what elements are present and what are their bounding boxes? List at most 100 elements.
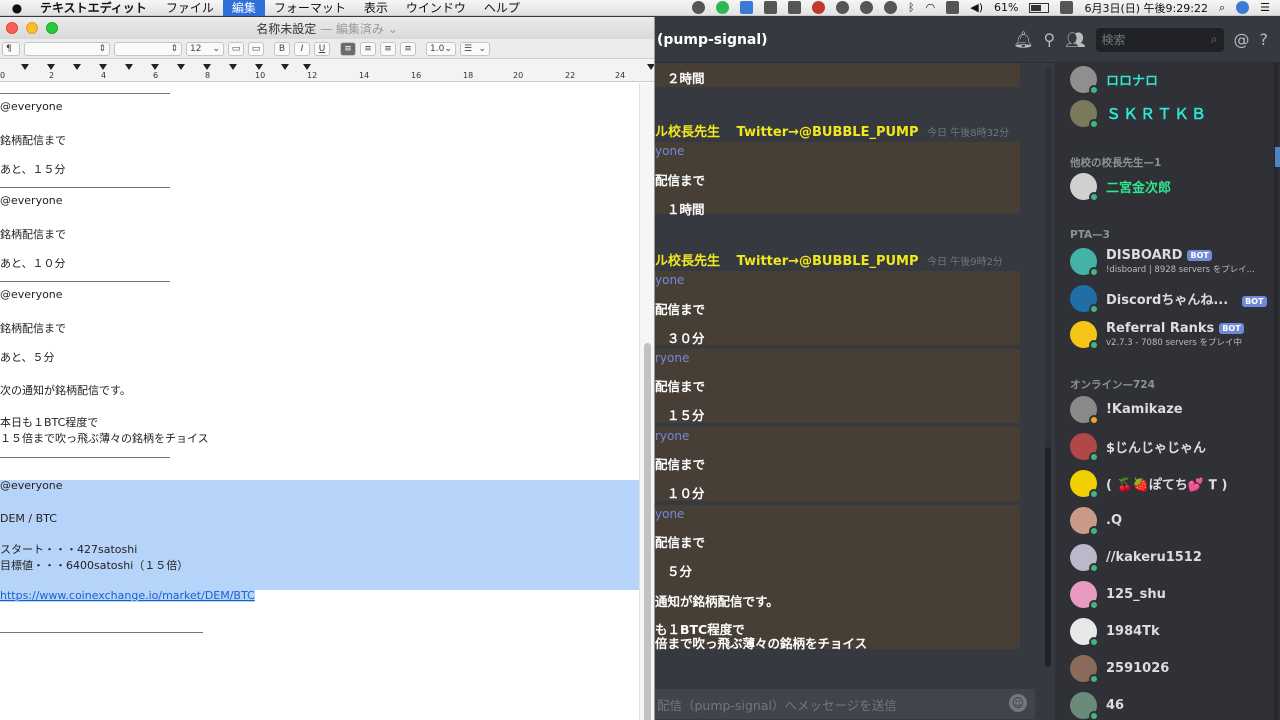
tab-stop[interactable] — [203, 64, 211, 70]
tab-stop[interactable] — [21, 64, 29, 70]
member-item[interactable]: ロロナロ — [1070, 63, 1158, 95]
member-item[interactable]: !Kamikaze — [1070, 393, 1183, 425]
message-author[interactable]: ル校長先生 — [655, 125, 720, 140]
tab-stop[interactable] — [229, 64, 237, 70]
mention[interactable]: yone — [655, 507, 684, 521]
emoji-picker-icon[interactable]: ☺ — [1009, 694, 1027, 712]
list-style-select[interactable]: ☰ ⌄ — [460, 41, 490, 56]
menu-format[interactable]: フォーマット — [265, 0, 355, 16]
message-input[interactable]: 配信（pump-signal）へメッセージを送信 ☺ — [655, 689, 1035, 719]
member-name: 2591026 — [1106, 660, 1170, 676]
mention[interactable]: ryone — [655, 351, 689, 365]
notification-app-icon[interactable] — [812, 1, 826, 14]
tab-stop[interactable] — [151, 64, 159, 70]
member-item[interactable]: 1984Tk — [1070, 615, 1160, 647]
app-menu[interactable]: テキストエディット — [34, 0, 157, 16]
tab-stop[interactable] — [303, 64, 311, 70]
bold-button[interactable]: B — [274, 41, 290, 56]
gear-icon[interactable] — [836, 1, 850, 14]
bell-icon[interactable]: 🔔︎ — [1013, 30, 1033, 49]
market-link[interactable]: https://www.coinexchange.io/market/DEM/B… — [0, 589, 255, 602]
menu-help[interactable]: ヘルプ — [475, 0, 529, 16]
member-item[interactable]: 2591026 — [1070, 652, 1169, 684]
menubar-clock[interactable]: 6月3日(日) 午後9:29:22 — [1084, 0, 1207, 16]
menu-view[interactable]: 表示 — [355, 0, 397, 16]
member-item[interactable]: Discordちゃんね... BOT — [1070, 282, 1267, 314]
font-family-select[interactable]: ⇕ — [24, 41, 110, 56]
line-app-icon[interactable] — [716, 1, 730, 14]
tab-stop[interactable] — [177, 64, 185, 70]
menu-window[interactable]: ウインドウ — [397, 0, 475, 16]
image-app-icon[interactable] — [788, 1, 802, 14]
author-tag: Twitter→@BUBBLE_PUMP — [736, 254, 919, 269]
screenshot-icon[interactable] — [764, 1, 778, 14]
align-center-button[interactable]: ≡ — [360, 41, 376, 56]
moon-icon[interactable] — [860, 1, 874, 14]
tab-stop[interactable] — [125, 64, 133, 70]
pin-icon[interactable]: ⚲ — [1043, 30, 1055, 49]
member-item[interactable]: 二宮金次郎 — [1070, 170, 1171, 202]
member-item[interactable]: 46 — [1070, 689, 1124, 720]
search-input[interactable]: 検索 ⌕ — [1095, 27, 1224, 52]
input-method-icon[interactable] — [1060, 1, 1074, 14]
member-item[interactable]: //kakeru1512 — [1070, 541, 1202, 573]
background-color-button[interactable]: ▭ — [248, 41, 264, 56]
justify-button[interactable]: ≡ — [400, 41, 416, 56]
battery-icon[interactable] — [1029, 2, 1050, 13]
align-right-button[interactable]: ≡ — [380, 41, 396, 56]
tab-stop[interactable] — [99, 64, 107, 70]
volume-icon[interactable]: ◀) — [970, 1, 983, 14]
line-spacing-select[interactable]: 1.0 ⌄ — [426, 41, 456, 56]
member-item[interactable]: Referral Ranks BOT v2.7.3 - 7080 servers … — [1070, 318, 1244, 350]
message-author[interactable]: ル校長先生 — [655, 254, 720, 269]
scrollbar-thumb[interactable] — [1045, 447, 1051, 667]
member-item[interactable]: .Q — [1070, 504, 1122, 536]
ruler[interactable]: 0 2 4 6 8 10 12 14 16 18 20 22 24 — [0, 59, 654, 82]
align-left-button[interactable]: ≡ — [340, 41, 356, 56]
message-list[interactable]: ２時間 ル校長先生 Twitter→@BUBBLE_PUMP 今日 午後8時32… — [655, 63, 1043, 688]
siri-icon[interactable] — [1236, 1, 1250, 14]
menu-file[interactable]: ファイル — [157, 0, 223, 16]
scrollbar-thumb[interactable] — [644, 343, 651, 720]
menu-edit[interactable]: 編集 — [222, 0, 265, 16]
member-item[interactable]: $じんじゃじゃん — [1070, 430, 1206, 462]
window-titlebar[interactable]: 名称未設定 — 編集済み ⌄ — [0, 17, 654, 39]
channel-header: (pump-signal) 🔔︎ ⚲ 👥︎ 検索 ⌕ @ ? — [655, 17, 1280, 63]
airplay-icon[interactable] — [946, 1, 960, 14]
time-machine-icon[interactable] — [884, 1, 898, 14]
tab-stop[interactable] — [255, 64, 263, 70]
tab-stop[interactable] — [281, 64, 289, 70]
mention[interactable]: yone — [655, 273, 684, 287]
tab-stop[interactable] — [73, 64, 81, 70]
underline-button[interactable]: U — [314, 41, 330, 56]
paragraph-style-select[interactable]: ¶ — [2, 41, 20, 56]
right-margin-marker[interactable] — [647, 64, 654, 70]
mention-icon[interactable]: @ — [1234, 30, 1250, 49]
search-icon[interactable]: ⌕ — [1219, 1, 1225, 15]
members-icon[interactable]: 👥︎ — [1065, 30, 1085, 49]
member-item[interactable]: ＳＫＲＴＫＢ — [1070, 97, 1208, 129]
mention[interactable]: ryone — [655, 429, 689, 443]
font-size-select[interactable]: 12 ⌄ — [186, 41, 224, 56]
document-name: 名称未設定 — [256, 21, 317, 36]
help-icon[interactable]: ? — [1260, 30, 1269, 49]
text-line: あと、５分 — [0, 351, 55, 364]
wifi-icon[interactable]: ◠ — [926, 1, 936, 14]
app-status-icon[interactable] — [740, 1, 754, 14]
tab-stop[interactable] — [47, 64, 55, 70]
bluetooth-icon[interactable]: ᛒ — [908, 1, 915, 14]
font-style-select[interactable]: ⇕ — [114, 41, 182, 56]
notification-center-icon[interactable]: ☰ — [1260, 1, 1270, 14]
document-scrollbar[interactable] — [639, 83, 654, 720]
mention[interactable]: yone — [655, 144, 684, 158]
record-icon[interactable] — [692, 1, 706, 14]
member-item[interactable]: 125_shu — [1070, 578, 1166, 610]
italic-button[interactable]: I — [294, 41, 310, 56]
message-scrollbar[interactable] — [1045, 67, 1051, 667]
member-item[interactable]: ( 🍒🍓ぽてち💕 𝐓 ) — [1070, 467, 1227, 499]
apple-menu-icon[interactable]: ● — [0, 1, 34, 15]
member-item[interactable]: DISBOARD BOT !disboard | 8928 servers をプレ… — [1070, 245, 1255, 277]
edited-status[interactable]: — 編集済み ⌄ — [320, 22, 398, 36]
text-color-button[interactable]: ▭ — [228, 41, 244, 56]
document-text-area[interactable]: @everyone 銘柄配信まで あと、１５分 @everyone 銘柄配信まで… — [0, 83, 640, 720]
